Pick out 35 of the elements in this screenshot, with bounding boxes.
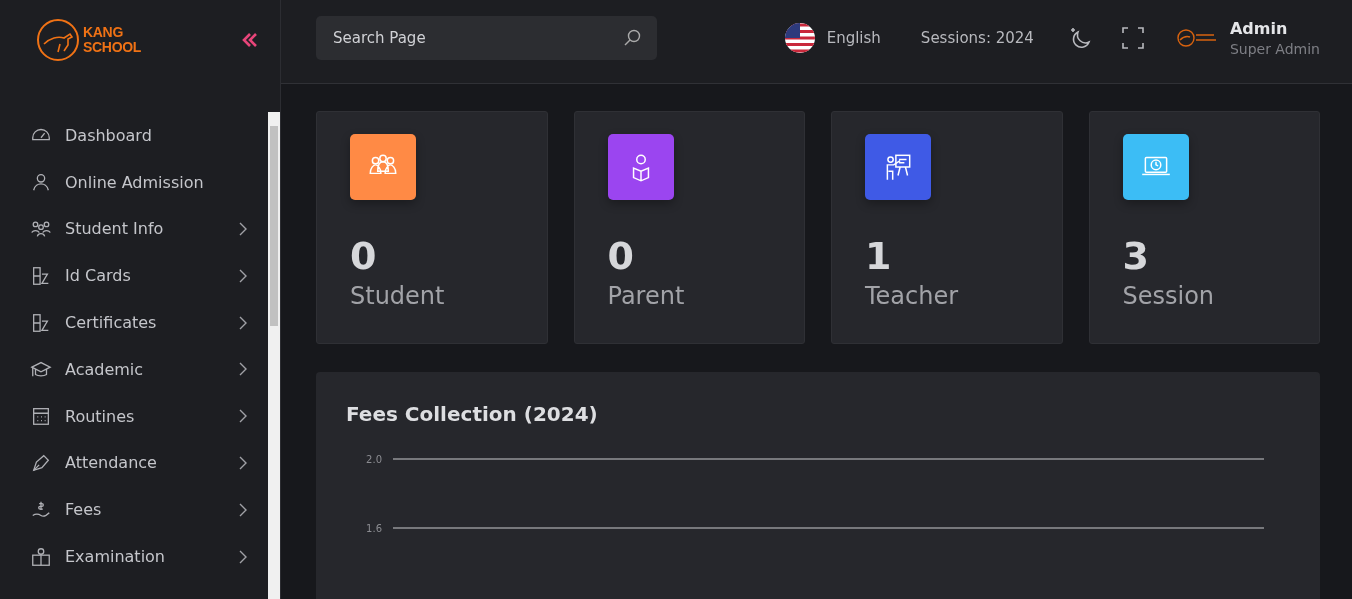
gridline-label: 2.0 bbox=[366, 454, 382, 465]
sidebar-item[interactable]: Certificates bbox=[0, 299, 268, 346]
menu-item-icon bbox=[30, 545, 52, 568]
sidebar-item[interactable]: Academic bbox=[0, 346, 268, 393]
sidebar-item[interactable]: Online Admission bbox=[0, 158, 268, 206]
fullscreen-icon[interactable] bbox=[1121, 26, 1144, 49]
stat-label: Session bbox=[1122, 282, 1216, 310]
search-icon bbox=[623, 28, 641, 47]
stat-value: 3 bbox=[1122, 234, 1149, 278]
logo-text: KANG bbox=[83, 25, 125, 40]
stat-label: Parent bbox=[607, 282, 686, 310]
language-label[interactable]: English bbox=[826, 28, 881, 47]
stat-value: 1 bbox=[865, 234, 892, 278]
sidebar-item[interactable]: Dashboard bbox=[0, 112, 268, 159]
sidebar-item[interactable]: Routines bbox=[0, 392, 268, 440]
search-field[interactable]: Search Page bbox=[316, 15, 657, 60]
scrollbar[interactable] bbox=[268, 112, 280, 599]
menu-item-icon bbox=[30, 405, 52, 428]
gridline-label: 1.6 bbox=[366, 523, 382, 534]
session-label[interactable]: Sessions: 2024 bbox=[920, 28, 1034, 47]
user-name: Admin bbox=[1229, 18, 1289, 38]
sidebar-item[interactable]: Id Cards bbox=[0, 252, 268, 300]
stat-label: Student bbox=[350, 282, 446, 310]
sidebar-item[interactable]: Attendance bbox=[0, 439, 268, 487]
us-flag-icon[interactable] bbox=[784, 22, 815, 53]
logo-text: SCHOOL bbox=[83, 40, 142, 55]
stat-value: 0 bbox=[350, 234, 377, 278]
chart-title: Fees Collection (2024) bbox=[346, 402, 598, 426]
stat-label: Teacher bbox=[865, 282, 960, 310]
sidebar-item[interactable]: Student Info bbox=[0, 205, 268, 253]
sidebar-item[interactable]: Fees bbox=[0, 486, 268, 534]
user-role: Super Admin bbox=[1229, 40, 1320, 57]
sidebar-item[interactable]: Examination bbox=[0, 533, 268, 580]
avatar-logo-icon[interactable] bbox=[1175, 27, 1218, 48]
stat-value: 0 bbox=[607, 234, 634, 278]
